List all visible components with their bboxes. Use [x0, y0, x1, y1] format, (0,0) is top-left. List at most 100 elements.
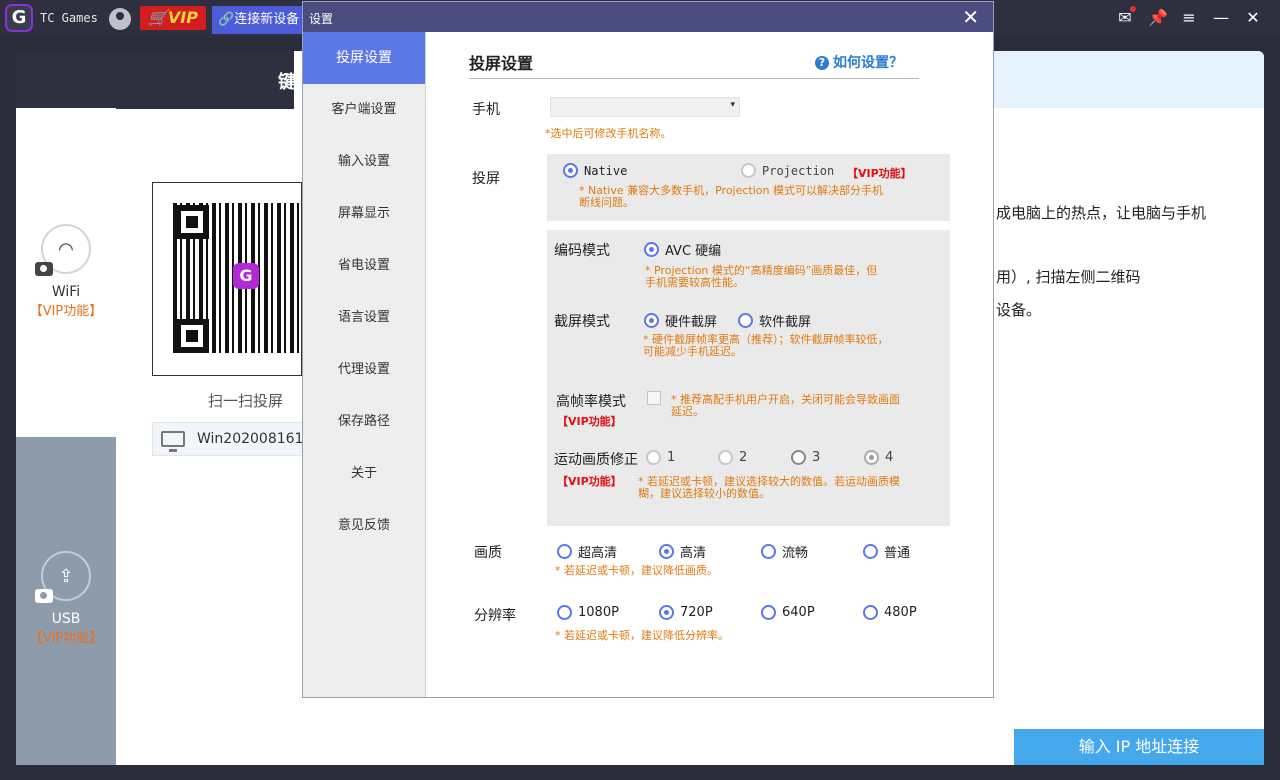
radio-res-1080p[interactable] — [557, 605, 572, 620]
cast-native-label: Native — [584, 163, 628, 178]
capture-option-hardware[interactable]: 硬件截屏 — [644, 311, 717, 330]
dialog-close-icon[interactable]: ✕ — [962, 5, 979, 29]
capture-software-label: 软件截屏 — [759, 315, 812, 330]
motion-note-line-2: 糊，建议选择较小的数值。 — [638, 487, 770, 500]
encode-option-avc[interactable]: AVC 硬编 — [644, 240, 721, 259]
radio-quality-uhd[interactable] — [557, 544, 572, 559]
quality-option-uhd[interactable]: 超高清 — [557, 542, 617, 561]
quality-option-normal[interactable]: 普通 — [863, 542, 910, 561]
avatar[interactable] — [109, 8, 131, 30]
radio-res-480p[interactable] — [863, 605, 878, 620]
radio-quality-smooth[interactable] — [761, 544, 776, 559]
wifi-panel[interactable]: ◠ WiFi 【VIP功能】 — [16, 108, 116, 437]
usb-circle: ⇪ — [35, 551, 91, 603]
menu-icon[interactable]: ≡ — [1180, 8, 1198, 27]
cast-note-line-2: 断线问题。 — [579, 196, 634, 209]
section-divider — [469, 78, 919, 79]
nav-screen-display[interactable]: 屏幕显示 — [303, 188, 425, 240]
radio-hardware-capture[interactable] — [644, 313, 659, 328]
phone-note: *选中后可修改手机名称。 — [545, 127, 672, 140]
help-icon: ? — [815, 56, 829, 70]
mode-wifi-vip: 【VIP功能】 — [29, 304, 103, 319]
motion-vip-tag: 【VIP功能】 — [557, 475, 622, 488]
quality-option-hd[interactable]: 高清 — [659, 542, 706, 561]
resolution-option-640p[interactable]: 640P — [761, 605, 815, 620]
radio-motion-4[interactable] — [864, 450, 879, 465]
nav-feedback[interactable]: 意见反馈 — [303, 500, 425, 552]
motion-label: 运动画质修正 — [554, 452, 638, 468]
highfps-checkbox[interactable] — [647, 391, 661, 405]
res-1080p-label: 1080P — [578, 605, 619, 620]
link-icon: 🔗 — [218, 12, 235, 27]
resolution-option-1080p[interactable]: 1080P — [557, 605, 619, 620]
nav-language[interactable]: 语言设置 — [303, 292, 425, 344]
highfps-label: 高帧率模式 — [556, 394, 626, 410]
radio-quality-hd[interactable] — [659, 544, 674, 559]
connect-device-label: 连接新设备 — [234, 12, 300, 27]
radio-res-720p[interactable] — [659, 605, 674, 620]
resolution-option-480p[interactable]: 480P — [863, 605, 917, 620]
vip-button[interactable]: 🛒VIP — [140, 6, 206, 30]
nav-client-settings[interactable]: 客户端设置 — [303, 84, 425, 136]
radio-projection[interactable] — [741, 163, 756, 178]
radio-motion-1[interactable] — [646, 450, 661, 465]
mode-wifi[interactable]: ◠ WiFi 【VIP功能】 — [16, 224, 116, 319]
close-icon[interactable]: ✕ — [1244, 8, 1262, 27]
main-title: 键 — [278, 72, 296, 93]
cast-option-native[interactable]: Native — [563, 163, 627, 178]
pc-device-row[interactable]: Win2020081613 — [152, 422, 304, 456]
mail-icon[interactable]: ✉ — [1116, 6, 1136, 27]
usb-panel[interactable]: ⇪ USB 【VIP功能】 — [16, 437, 116, 765]
connect-device-button[interactable]: 🔗连接新设备 — [212, 6, 304, 34]
highfps-note-line-2: 延迟。 — [671, 405, 704, 418]
quality-option-smooth[interactable]: 流畅 — [761, 542, 808, 561]
main-header — [16, 51, 294, 109]
mode-usb[interactable]: ⇪ USB 【VIP功能】 — [16, 551, 116, 646]
wifi-circle: ◠ — [35, 224, 91, 276]
motion-option-2[interactable]: 2 — [718, 450, 747, 465]
right-text-line-3: 设备。 — [996, 301, 1042, 319]
motion-option-3[interactable]: 3 — [791, 450, 820, 465]
quality-uhd-label: 超高清 — [578, 546, 618, 561]
settings-dialog: 设置 ✕ 投屏设置 客户端设置 输入设置 屏幕显示 省电设置 语言设置 代理设置… — [302, 1, 994, 698]
ip-connect-button[interactable]: 输入 IP 地址连接 — [1014, 729, 1264, 765]
nav-cast-settings[interactable]: 投屏设置 — [303, 32, 425, 84]
radio-res-640p[interactable] — [761, 605, 776, 620]
capture-option-software[interactable]: 软件截屏 — [738, 311, 811, 330]
phone-select[interactable]: ▾ — [550, 97, 740, 117]
radio-avc[interactable] — [644, 242, 659, 257]
section-title: 投屏设置 — [469, 54, 534, 73]
highfps-vip-tag: 【VIP功能】 — [557, 415, 622, 428]
camera-icon — [35, 262, 53, 276]
capture-note-line-2: 可能减少手机延迟。 — [643, 345, 742, 358]
pc-name: Win2020081613 — [197, 431, 303, 447]
nav-proxy[interactable]: 代理设置 — [303, 344, 425, 396]
cast-option-projection[interactable]: Projection — [741, 163, 834, 178]
nav-power-saving[interactable]: 省电设置 — [303, 240, 425, 292]
motion-option-4[interactable]: 4 — [864, 450, 893, 465]
radio-native[interactable] — [563, 163, 578, 178]
qr-finder-bottom-left — [175, 319, 209, 353]
radio-motion-2[interactable] — [718, 450, 733, 465]
right-banner — [994, 51, 1264, 108]
radio-software-capture[interactable] — [738, 313, 753, 328]
settings-content: 投屏设置 ? 如何设置？ 手机 ▾ *选中后可修改手机名称。 投屏 Native … — [427, 32, 993, 697]
motion-option-1[interactable]: 1 — [646, 450, 675, 465]
nav-about[interactable]: 关于 — [303, 448, 425, 500]
radio-quality-normal[interactable] — [863, 544, 878, 559]
radio-motion-3[interactable] — [791, 450, 806, 465]
app-logo: G — [5, 4, 33, 32]
minimize-icon[interactable]: — — [1212, 8, 1230, 27]
quality-smooth-label: 流畅 — [782, 546, 809, 561]
nav-save-path[interactable]: 保存路径 — [303, 396, 425, 448]
encode-avc-label: AVC 硬编 — [665, 244, 722, 259]
resolution-option-720p[interactable]: 720P — [659, 605, 713, 620]
right-text-line-2: 用）, 扫描左侧二维码 — [996, 268, 1141, 286]
pin-icon[interactable]: 📌 — [1148, 8, 1168, 27]
nav-input-settings[interactable]: 输入设置 — [303, 136, 425, 188]
scan-label: 扫一扫投屏 — [208, 392, 284, 410]
howto-link[interactable]: ? 如何设置？ — [815, 52, 903, 72]
howto-label: 如何设置？ — [833, 55, 903, 71]
right-text-line-1: 成电脑上的热点，让电脑与手机 — [996, 204, 1207, 222]
capture-label: 截屏模式 — [554, 314, 610, 330]
